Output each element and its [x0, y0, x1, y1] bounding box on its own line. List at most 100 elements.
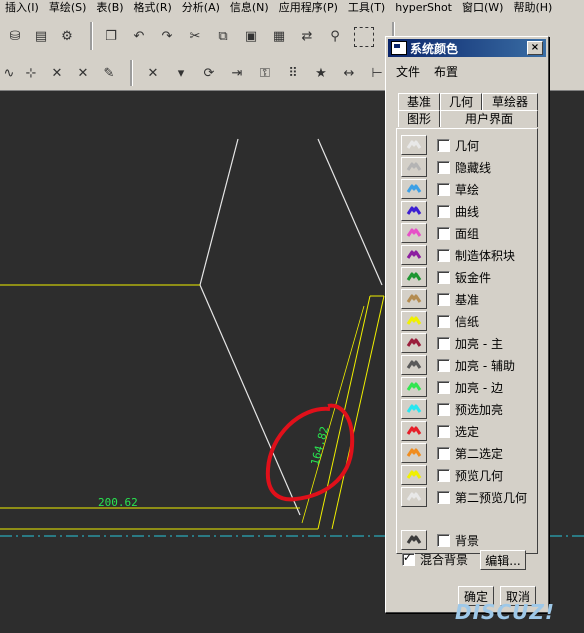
color-checkbox[interactable] [437, 160, 450, 174]
color-swatch[interactable] [401, 245, 427, 265]
menu-item[interactable]: 应用程序(P) [274, 0, 343, 16]
color-checkbox[interactable] [437, 248, 450, 262]
color-row: 信纸 [401, 311, 479, 331]
color-swatch[interactable] [401, 179, 427, 199]
color-swatch[interactable] [401, 157, 427, 177]
color-swatch[interactable] [401, 421, 427, 441]
open-icon[interactable]: ⛁ [6, 27, 24, 45]
color-checkbox[interactable] [437, 380, 450, 394]
color-checkbox[interactable] [437, 424, 450, 438]
color-swatch[interactable] [401, 355, 427, 375]
dropdown-icon[interactable]: ▾ [172, 64, 190, 82]
color-label: 预览几何 [455, 468, 504, 483]
menu-item[interactable]: hyperShot [390, 0, 457, 16]
color-swatch[interactable] [401, 201, 427, 221]
pdf-icon[interactable]: ▤ [32, 27, 50, 45]
tab-graphics[interactable]: 图形 [398, 110, 440, 127]
color-swatch[interactable] [401, 223, 427, 243]
color-checkbox[interactable] [437, 314, 450, 328]
display-icon[interactable]: ⊹ [22, 64, 40, 82]
lock-icon[interactable]: ⚿ [256, 64, 274, 82]
menu-item[interactable]: 分析(A) [177, 0, 225, 16]
color-swatch[interactable] [401, 377, 427, 397]
copy-icon[interactable]: ⧉ [214, 27, 232, 45]
color-checkbox[interactable] [437, 446, 450, 460]
color-row: 预览几何 [401, 465, 503, 485]
color-swatch[interactable] [401, 135, 427, 155]
paste-icon[interactable]: ▣ [242, 27, 260, 45]
color-swatch[interactable] [401, 267, 427, 287]
color-checkbox[interactable] [437, 182, 450, 196]
grid-icon[interactable]: ⠿ [284, 64, 302, 82]
menu-item[interactable]: 信息(N) [225, 0, 274, 16]
refresh-icon[interactable]: ⟳ [200, 64, 218, 82]
color-list-panel: 背景 几何 隐藏线 草绘 曲线 面组 制造体积块 钣金件 基准 信纸 加亮 - 主加亮 - 辅助加… [396, 128, 538, 554]
color-swatch[interactable] [401, 289, 427, 309]
tab-datum[interactable]: 基准 [398, 93, 440, 110]
background-checkbox[interactable] [437, 533, 450, 547]
cut-icon[interactable]: ✂ [186, 27, 204, 45]
color-swatch[interactable] [401, 443, 427, 463]
axis-icon[interactable]: ✕ [74, 64, 92, 82]
folder-icon[interactable]: ❐ [102, 27, 120, 45]
color-label: 基准 [455, 292, 480, 307]
color-label: 加亮 - 辅助 [455, 358, 515, 373]
find-icon[interactable]: ⚲ [326, 27, 344, 45]
color-row: 第二预览几何 [401, 487, 527, 507]
color-checkbox[interactable] [437, 138, 450, 152]
edit-button[interactable]: 编辑... [480, 550, 526, 570]
menu-item[interactable]: 窗口(W) [457, 0, 508, 16]
color-checkbox[interactable] [437, 204, 450, 218]
dimension-icon[interactable]: ↔ [340, 64, 358, 82]
color-row-background: 背景 [401, 530, 479, 550]
color-label: 面组 [455, 226, 480, 241]
color-checkbox[interactable] [437, 270, 450, 284]
menu-item[interactable]: 格式(R) [129, 0, 177, 16]
color-swatch[interactable] [401, 311, 427, 331]
background-color-swatch[interactable] [401, 530, 427, 550]
redo-icon[interactable]: ↷ [158, 27, 176, 45]
tool-icon[interactable]: ⚙ [58, 27, 76, 45]
import-icon[interactable]: ⇥ [228, 64, 246, 82]
menu-item[interactable]: 草绘(S) [44, 0, 92, 16]
separator [90, 22, 93, 50]
tab-geometry[interactable]: 几何 [440, 93, 482, 110]
menu-layout[interactable]: 布置 [434, 63, 458, 80]
color-row: 加亮 - 辅助 [401, 355, 515, 375]
color-checkbox[interactable] [437, 490, 450, 504]
blend-background-checkbox[interactable] [402, 551, 415, 566]
select-box-icon[interactable] [354, 27, 374, 47]
close-button[interactable]: × [527, 41, 543, 55]
color-checkbox[interactable] [437, 336, 450, 350]
measure-icon[interactable]: ⊢ [368, 64, 386, 82]
menu-item[interactable]: 帮助(H) [508, 0, 557, 16]
tab-sketcher[interactable]: 草绘器 [482, 93, 538, 110]
color-label: 第二选定 [455, 446, 504, 461]
highlight-icon[interactable]: ★ [312, 64, 330, 82]
menu-item[interactable]: 表(B) [91, 0, 128, 16]
color-checkbox[interactable] [437, 292, 450, 306]
color-checkbox[interactable] [437, 402, 450, 416]
sketch-tool-icon[interactable]: ∿ [0, 64, 18, 82]
color-swatch[interactable] [401, 333, 427, 353]
dimension-vertical: 164.82 [308, 425, 331, 467]
tab-user-interface[interactable]: 用户界面 [440, 110, 538, 127]
delete-icon[interactable]: ✕ [144, 64, 162, 82]
point-icon[interactable]: ✕ [48, 64, 66, 82]
color-checkbox[interactable] [437, 358, 450, 372]
paste-special-icon[interactable]: ▦ [270, 27, 288, 45]
dialog-title: 系统颜色 [410, 41, 459, 56]
color-swatch[interactable] [401, 465, 427, 485]
color-checkbox[interactable] [437, 468, 450, 482]
menu-file[interactable]: 文件 [396, 63, 420, 80]
color-row: 基准 [401, 289, 479, 309]
dialog-titlebar[interactable]: 系统颜色 × [388, 39, 546, 57]
color-checkbox[interactable] [437, 226, 450, 240]
color-swatch[interactable] [401, 399, 427, 419]
color-swatch[interactable] [401, 487, 427, 507]
undo-icon[interactable]: ↶ [130, 27, 148, 45]
edit-icon[interactable]: ✎ [100, 64, 118, 82]
menu-item[interactable]: 工具(T) [343, 0, 390, 16]
regenerate-icon[interactable]: ⇄ [298, 27, 316, 45]
menu-item[interactable]: 插入(I) [0, 0, 44, 16]
